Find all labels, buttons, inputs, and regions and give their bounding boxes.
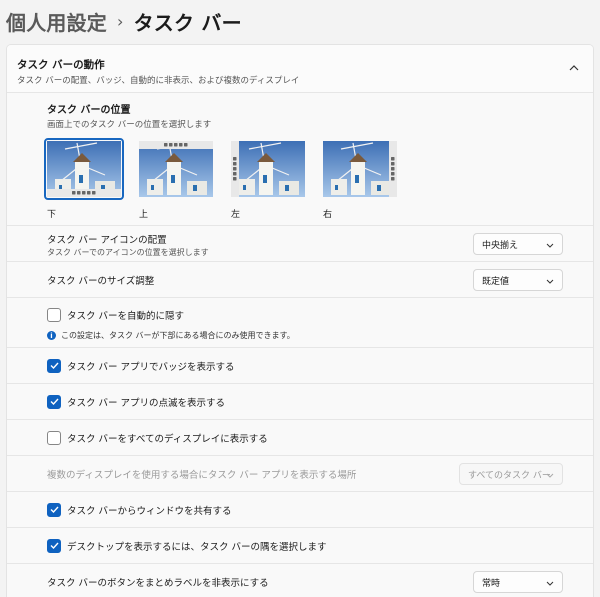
wallpaper-preview-image[interactable] — [320, 138, 400, 200]
section-description: タスク バーの配置、バッジ、自動的に非表示、および複数のディスプレイ — [17, 76, 300, 86]
share-window-row: タスク バーからウィンドウを共有する — [7, 492, 593, 528]
combine-row: タスク バーのボタンをまとめラベルを非表示にする 常時 — [7, 564, 593, 597]
size-dropdown[interactable]: 既定値 — [473, 269, 563, 291]
taskbar-position-description: 画面上でのタスク バーの位置を選択します — [47, 120, 212, 130]
share-window-checkbox[interactable] — [47, 502, 61, 517]
show-desktop-checkbox[interactable] — [47, 538, 61, 553]
taskbar-position-section: タスク バーの位置 画面上でのタスク バーの位置を選択します 下 上 左 右 — [7, 93, 593, 226]
wallpaper-preview-image[interactable] — [136, 138, 216, 200]
taskbar-behavior-header[interactable]: タスク バーの動作 タスク バーの配置、バッジ、自動的に非表示、および複数のディ… — [7, 45, 593, 93]
badges-checkbox[interactable] — [47, 358, 61, 373]
chevron-down-icon — [546, 471, 554, 481]
size-row: タスク バーのサイズ調整 既定値 — [7, 262, 593, 298]
multi-display-dropdown: すべてのタスク バー — [459, 463, 563, 485]
breadcrumb-separator-icon: › — [117, 11, 124, 31]
alignment-value: 中央揃え — [482, 240, 519, 251]
taskbar-position-option-left[interactable]: 左 — [228, 138, 314, 220]
all-displays-row: タスク バーをすべてのディスプレイに表示する — [7, 420, 593, 456]
size-value: 既定値 — [482, 276, 510, 287]
taskbar-position-label: 上 — [139, 210, 149, 220]
show-desktop-row: デスクトップを表示するには、タスク バーの隅を選択します — [7, 528, 593, 564]
chevron-up-icon[interactable] — [567, 61, 581, 75]
wallpaper-preview-image[interactable] — [228, 138, 308, 200]
page-title: タスク バー — [133, 10, 242, 35]
info-icon: i — [47, 331, 56, 340]
all-displays-label: タスク バーをすべてのディスプレイに表示する — [67, 433, 268, 445]
share-window-label: タスク バーからウィンドウを共有する — [67, 505, 232, 517]
taskbar-position-option-bottom[interactable]: 下 — [44, 138, 130, 220]
multi-display-label: 複数のディスプレイを使用する場合にタスク バー アプリを表示する場所 — [47, 469, 357, 481]
flashing-row: タスク バー アプリの点滅を表示する — [7, 384, 593, 420]
taskbar-position-option-top[interactable]: 上 — [136, 138, 222, 220]
wallpaper-preview-image[interactable] — [44, 138, 124, 200]
taskbar-position-options: 下 上 左 右 — [44, 138, 593, 220]
multi-display-value: すべてのタスク バー — [468, 470, 551, 481]
all-displays-checkbox[interactable] — [47, 430, 61, 445]
autohide-checkbox[interactable] — [47, 308, 61, 322]
autohide-note: i この設定は、タスク バーが下部にある場合にのみ使用できます。 — [47, 330, 593, 341]
flashing-checkbox[interactable] — [47, 394, 61, 409]
combine-dropdown[interactable]: 常時 — [473, 571, 563, 593]
section-title: タスク バーの動作 — [17, 59, 105, 71]
breadcrumb-parent-link[interactable]: 個人用設定 — [6, 7, 107, 36]
autohide-row: タスク バーを自動的に隠す i この設定は、タスク バーが下部にある場合にのみ使… — [7, 298, 593, 348]
badges-row: タスク バー アプリでバッジを表示する — [7, 348, 593, 384]
combine-label: タスク バーのボタンをまとめラベルを非表示にする — [47, 578, 269, 589]
size-label: タスク バーのサイズ調整 — [47, 275, 155, 287]
show-desktop-label: デスクトップを表示するには、タスク バーの隅を選択します — [67, 541, 327, 553]
chevron-down-icon — [546, 579, 554, 589]
taskbar-position-label: 右 — [323, 210, 333, 220]
chevron-down-icon — [546, 277, 554, 287]
combine-value: 常時 — [482, 578, 501, 589]
badges-label: タスク バー アプリでバッジを表示する — [67, 361, 235, 373]
taskbar-position-title: タスク バーの位置 — [47, 105, 131, 116]
breadcrumb: 個人用設定 › タスク バー — [6, 4, 242, 38]
multi-display-row: 複数のディスプレイを使用する場合にタスク バー アプリを表示する場所 すべてのタ… — [7, 456, 593, 492]
flashing-label: タスク バー アプリの点滅を表示する — [67, 397, 226, 409]
taskbar-behavior-panel: タスク バーの動作 タスク バーの配置、バッジ、自動的に非表示、および複数のディ… — [6, 44, 594, 597]
alignment-dropdown[interactable]: 中央揃え — [473, 233, 563, 255]
autohide-note-text: この設定は、タスク バーが下部にある場合にのみ使用できます。 — [61, 331, 295, 340]
chevron-down-icon — [546, 241, 554, 251]
taskbar-position-label: 左 — [231, 210, 241, 220]
alignment-row: タスク バー アイコンの配置 タスク バーでのアイコンの位置を選択します 中央揃… — [7, 226, 593, 262]
taskbar-position-option-right[interactable]: 右 — [320, 138, 406, 220]
autohide-label: タスク バーを自動的に隠す — [67, 311, 185, 322]
taskbar-position-label: 下 — [47, 210, 57, 220]
